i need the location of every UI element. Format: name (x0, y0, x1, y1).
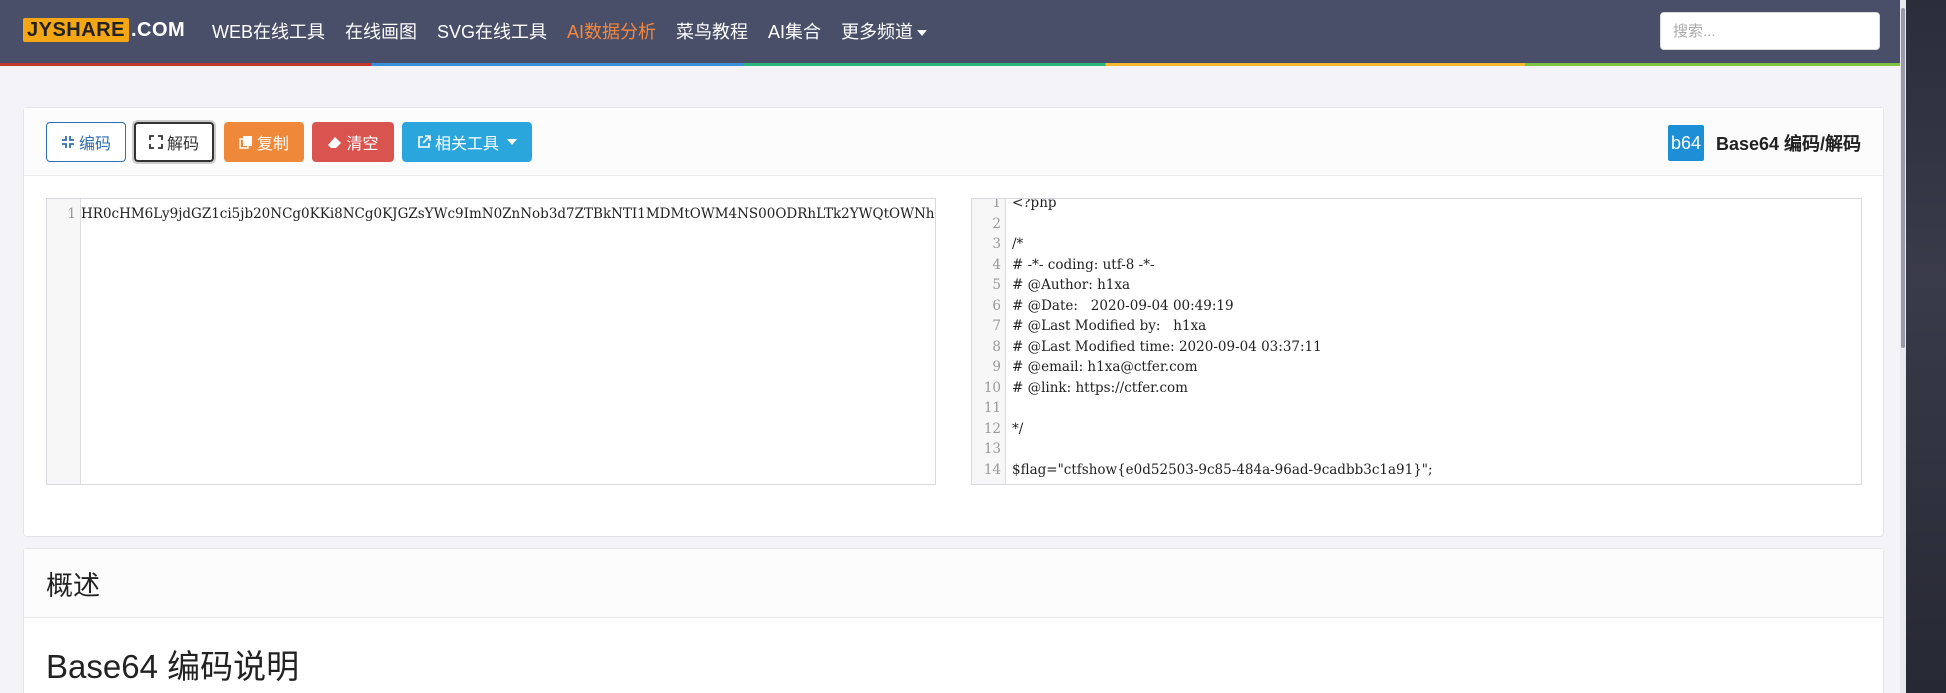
line-number: 7 (992, 318, 1001, 334)
nav-more-channels[interactable]: 更多频道 (841, 18, 928, 44)
code-text: <?php (1012, 198, 1057, 211)
decode-label: 解码 (166, 136, 199, 153)
logo-suffix: .COM (130, 18, 186, 41)
overview-body: Base64 编码说明 (24, 640, 1883, 688)
related-tools-label: 相关工具 (434, 136, 499, 153)
logo-box: JYSHARE (23, 18, 129, 42)
nav-svg-tools[interactable]: SVG在线工具 (437, 18, 547, 44)
decode-button[interactable]: 解码 (134, 122, 214, 162)
overview-heading: 概述 (24, 549, 1883, 618)
input-editor[interactable]: 1 HR0cHM6Ly9jdGZ1ci5jb20NCg0KKi8NCg0KJGZs… (46, 198, 936, 485)
external-link-icon (418, 135, 431, 148)
chevron-down-icon (917, 30, 928, 37)
line-number: 1 (992, 198, 1001, 211)
code-text: HR0cHM6Ly9jdGZ1ci5jb20NCg0KKi8NCg0KJGZsY… (81, 206, 935, 222)
b64-badge: b64 (1668, 125, 1704, 161)
section-title: Base64 编码说明 (46, 648, 300, 685)
code-text: */ (1012, 420, 1024, 437)
panel-toolbar: 编码 解码 复制 清空 相关工具 b64 Base64 编码/解码 (24, 108, 1883, 176)
line-number: 12 (983, 420, 1001, 437)
line-number: 8 (992, 338, 1001, 355)
line-number: 6 (992, 297, 1001, 314)
encode-button[interactable]: 编码 (46, 122, 126, 162)
line-number: 10 (983, 379, 1001, 396)
expand-icon (149, 135, 163, 149)
line-number: 13 (983, 441, 1001, 457)
line-number: 9 (992, 359, 1001, 375)
line-gutter (47, 199, 81, 484)
site-logo[interactable]: JYSHARE .COM (23, 18, 185, 42)
line-number: 4 (992, 256, 1001, 273)
code-text: # @Author: h1xa (1012, 277, 1131, 293)
encode-label: 编码 (78, 136, 111, 153)
nav-web-tools[interactable]: WEB在线工具 (212, 18, 325, 44)
output-editor[interactable]: 1 <?php 2 3 /* 4 # -*- coding: utf-8 -*- 5 # @Au… (971, 198, 1862, 485)
copy-label: 复制 (256, 136, 289, 153)
color-stripe (0, 63, 1906, 66)
clear-label: 清空 (346, 136, 379, 153)
chevron-down-icon (507, 139, 517, 145)
code-text: # @link: https://ctfer.com (1012, 379, 1188, 396)
related-tools-dropdown[interactable]: 相关工具 (402, 122, 532, 162)
line-number: 5 (992, 277, 1001, 293)
compress-icon (61, 136, 74, 148)
code-text: /* (1012, 236, 1024, 252)
code-text: $flag="ctfshow{e0d52503-9c85-484a-96ad-9… (1012, 461, 1433, 478)
line-number: 11 (983, 400, 1001, 416)
code-text: # -*- coding: utf-8 -*- (1012, 256, 1155, 273)
code-text: # @Last Modified time: 2020-09-04 03:37:… (1012, 338, 1322, 355)
base64-tool-panel: 编码 解码 复制 清空 相关工具 b64 Base64 编码/解码 1 HR0cH… (23, 107, 1884, 537)
nav-runoob-tutorial[interactable]: 菜鸟教程 (676, 18, 748, 44)
overview-panel: 概述 Base64 编码说明 (23, 548, 1884, 693)
nav-more-label: 更多频道 (841, 22, 914, 42)
line-number: 2 (992, 215, 1001, 232)
nav-online-drawing[interactable]: 在线画图 (345, 18, 417, 44)
line-number: 1 (67, 206, 76, 222)
copy-button[interactable]: 复制 (224, 122, 304, 162)
line-number: 14 (983, 461, 1001, 478)
nav-ai-collection[interactable]: AI集合 (768, 18, 821, 44)
background-strip (1906, 0, 1946, 693)
code-text: # @Date: 2020-09-04 00:49:19 (1012, 297, 1234, 314)
code-text: # @Last Modified by: h1xa (1012, 318, 1207, 334)
scrollbar-thumb[interactable] (1901, 8, 1905, 348)
code-text: # @email: h1xa@ctfer.com (1012, 359, 1198, 375)
line-number: 3 (992, 236, 1001, 252)
eraser-icon (328, 136, 342, 148)
clear-button[interactable]: 清空 (312, 122, 394, 162)
search-input[interactable] (1660, 12, 1880, 50)
panel-title: Base64 编码/解码 (1716, 134, 1862, 154)
copy-icon (239, 136, 252, 149)
nav-ai-data-analysis[interactable]: AI数据分析 (567, 18, 656, 44)
nav-links: WEB在线工具 在线画图 SVG在线工具 AI数据分析 菜鸟教程 AI集合 更多… (212, 0, 947, 62)
top-navbar: JYSHARE .COM WEB在线工具 在线画图 SVG在线工具 AI数据分析… (0, 0, 1906, 66)
